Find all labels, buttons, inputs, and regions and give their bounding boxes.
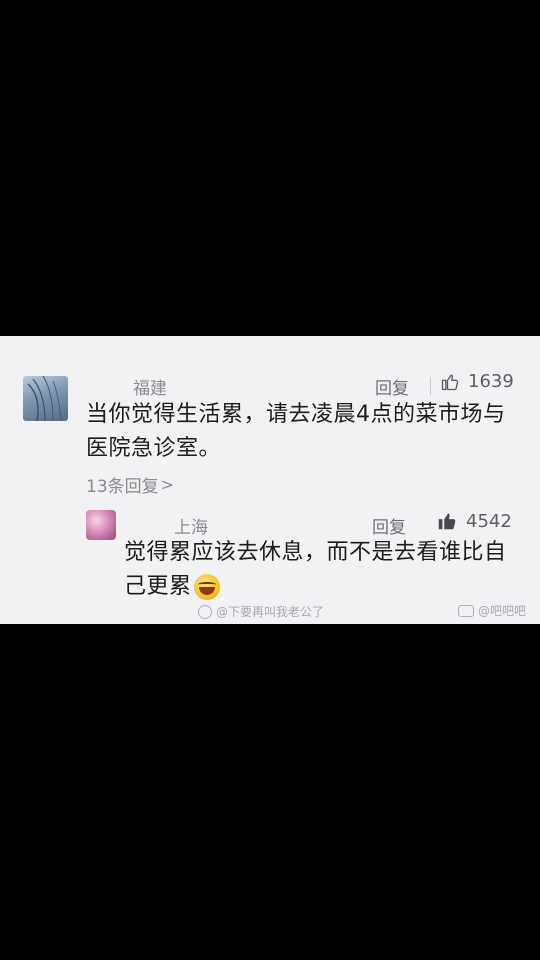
reply-avatar[interactable] bbox=[86, 510, 116, 540]
app-watermark-text: @吧吧吧 bbox=[478, 604, 527, 618]
camera-logo-icon bbox=[458, 604, 474, 617]
comment-text: 当你觉得生活累，请去凌晨4点的菜市场与医院急诊室。 bbox=[86, 402, 506, 461]
action-divider bbox=[430, 377, 431, 395]
commenter-avatar[interactable] bbox=[23, 376, 68, 421]
reply-text: 觉得累应该去休息，而不是去看谁比自己更累 bbox=[124, 540, 507, 599]
comment-like-button[interactable]: 1639 bbox=[440, 371, 514, 392]
screen: 福建 回复 1639 当你觉得生活累，请去凌晨4点的菜市场与医院急诊室。 13条… bbox=[0, 0, 540, 960]
reply-reply-button[interactable]: 回复 bbox=[372, 513, 406, 538]
chevron-right-icon: > bbox=[160, 475, 175, 494]
more-replies-label: 13条回复 bbox=[86, 477, 159, 497]
app-watermark: @吧吧吧 bbox=[458, 602, 526, 619]
reply-like-count: 4542 bbox=[466, 510, 512, 532]
thumbs-up-outline-icon bbox=[441, 374, 459, 390]
comment-reply-button[interactable]: 回复 bbox=[375, 374, 409, 399]
weibo-logo-icon bbox=[198, 604, 212, 619]
weibo-watermark-text: @下要再叫我老公了 bbox=[216, 605, 325, 619]
more-replies-link[interactable]: 13条回复 > bbox=[86, 472, 174, 497]
reply-location: 上海 bbox=[174, 518, 208, 538]
reply-like-button[interactable]: 4542 bbox=[436, 510, 512, 532]
comment-location: 福建 bbox=[133, 379, 167, 399]
comment-card: 福建 回复 1639 当你觉得生活累，请去凌晨4点的菜市场与医院急诊室。 13条… bbox=[0, 336, 540, 624]
thumbs-up-filled-icon bbox=[438, 513, 456, 530]
weibo-watermark: @下要再叫我老公了 bbox=[198, 603, 324, 620]
reply-text-block: 觉得累应该去休息，而不是去看谁比自己更累 bbox=[124, 536, 524, 604]
comment-like-count: 1639 bbox=[468, 371, 514, 392]
laughing-emoji-icon bbox=[193, 574, 220, 600]
